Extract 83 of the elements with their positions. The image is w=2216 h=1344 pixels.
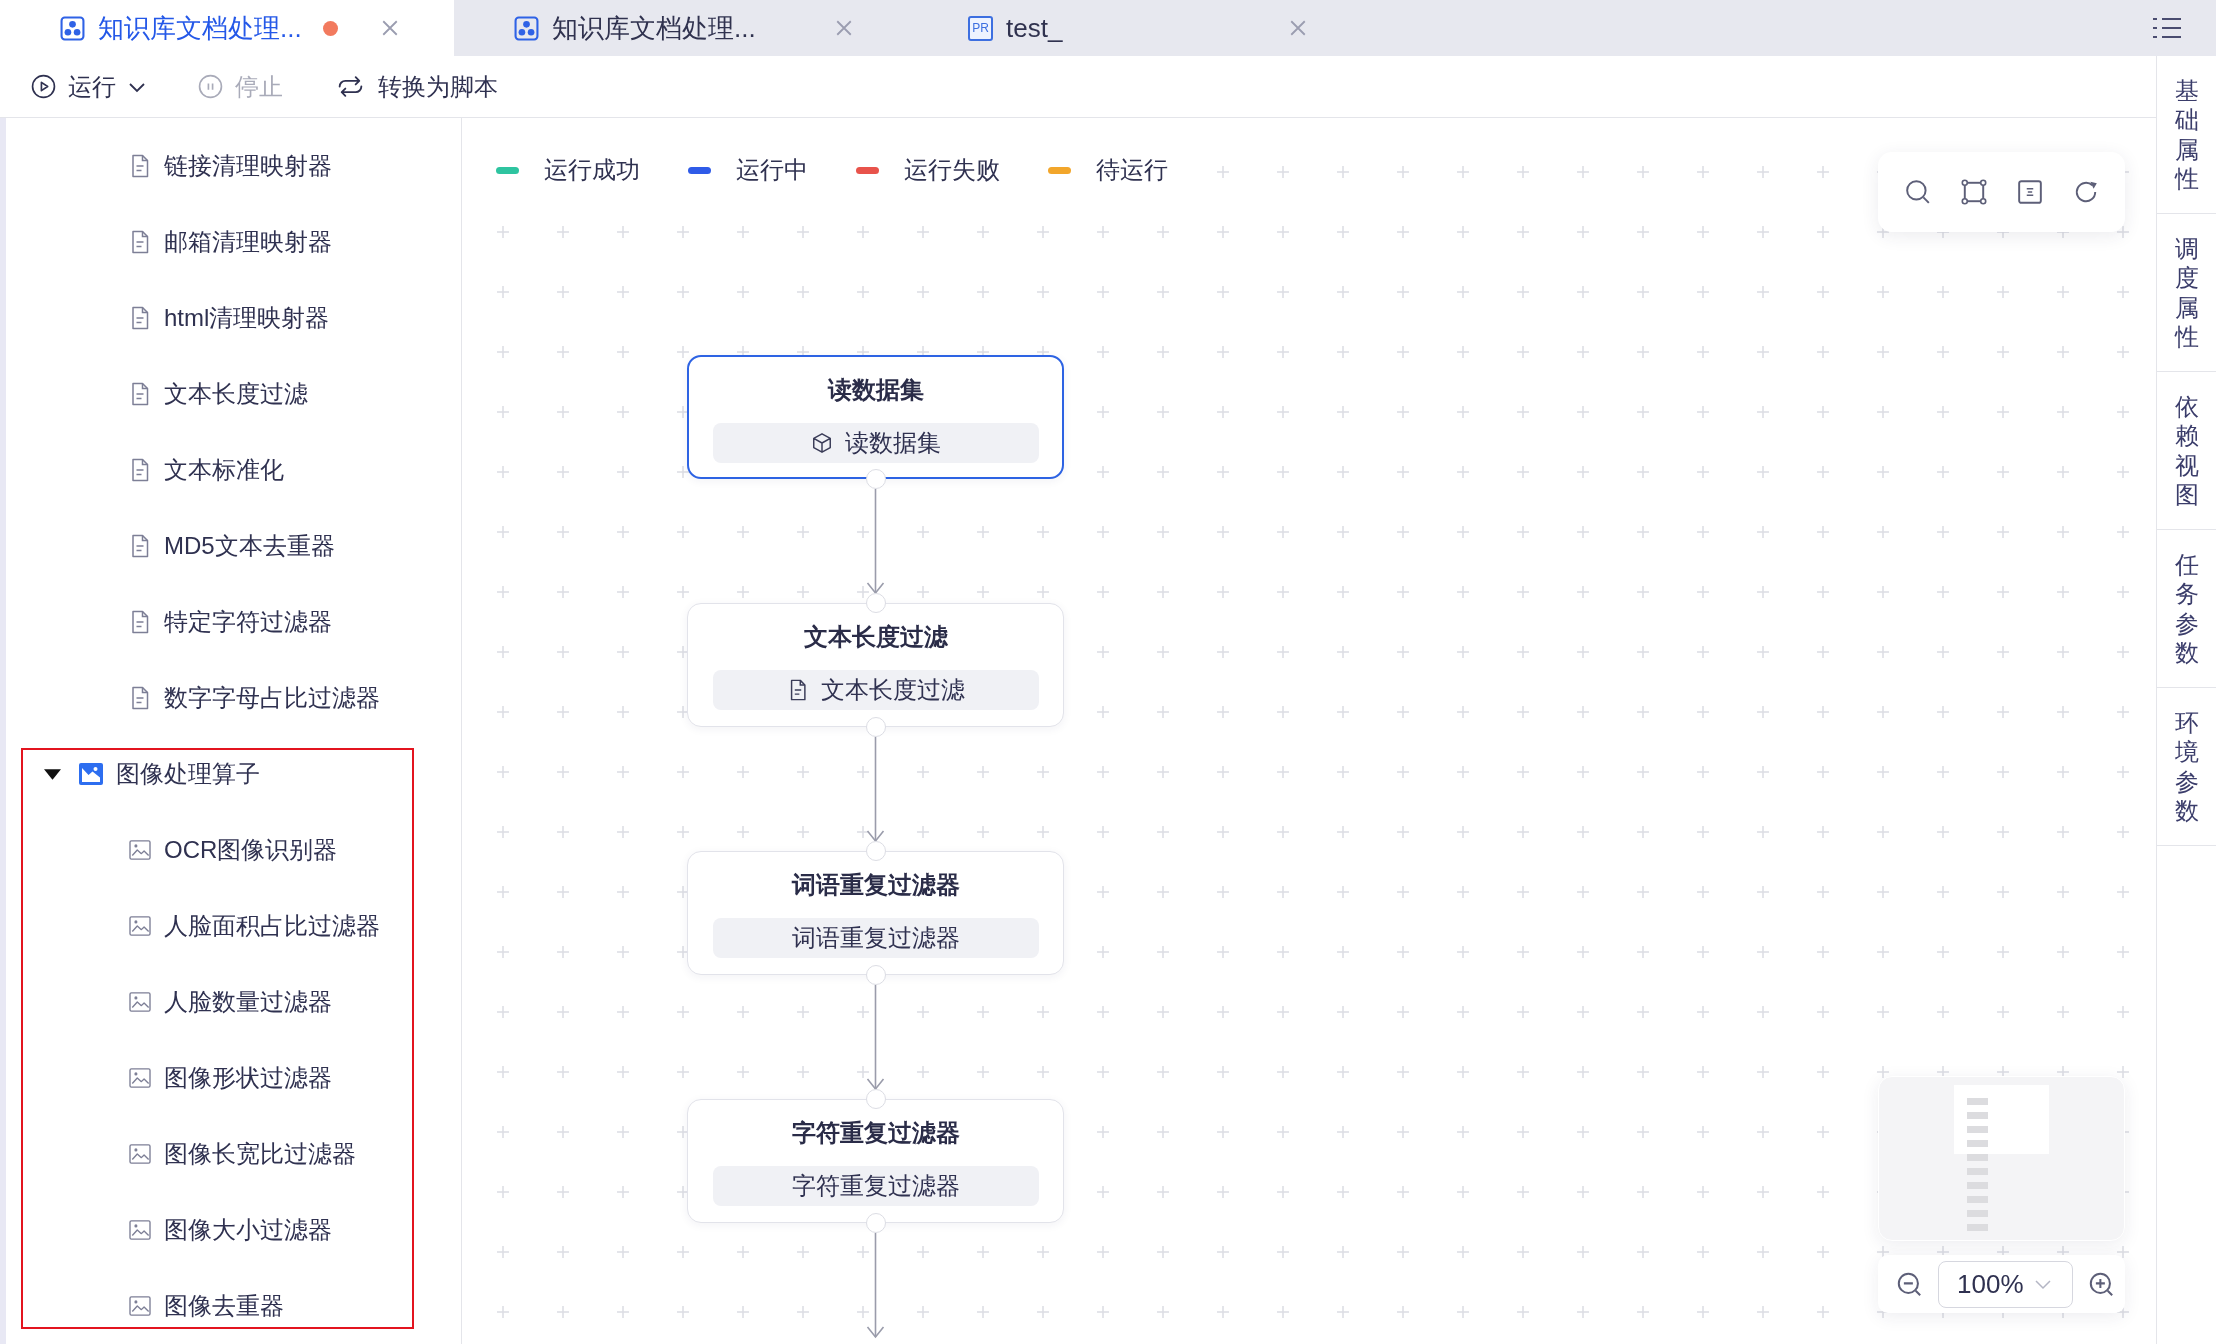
- tree-item[interactable]: 文本长度过滤: [6, 356, 461, 432]
- menu-icon[interactable]: [2152, 16, 2182, 40]
- chip-label: 词语重复过滤器: [791, 923, 960, 953]
- expand-triangle-icon[interactable]: [44, 768, 61, 780]
- document-icon: [130, 230, 150, 254]
- pause-circle-icon: [198, 74, 223, 99]
- legend-label: 运行中: [736, 155, 808, 185]
- chip-label: 文本长度过滤: [820, 675, 965, 705]
- minimap-node: [1967, 1098, 1988, 1105]
- zoom-out-icon[interactable]: [1896, 1270, 1923, 1298]
- document-icon: [130, 534, 150, 558]
- image-icon: [129, 1296, 151, 1316]
- editor-tab[interactable]: 知识库文档处理...: [0, 0, 454, 56]
- chip-label: 读数据集: [844, 428, 941, 458]
- tree-item[interactable]: 链接清理映射器: [6, 128, 461, 204]
- legend-label: 运行成功: [544, 155, 640, 185]
- tree-item[interactable]: 特定字符过滤器: [6, 584, 461, 660]
- tree-item[interactable]: 人脸数量过滤器: [6, 964, 461, 1040]
- minimap-node: [1967, 1196, 1988, 1203]
- chevron-down-icon: [2033, 1278, 2052, 1290]
- close-icon[interactable]: [1289, 19, 1307, 37]
- minimap-panel[interactable]: [1878, 1076, 2125, 1241]
- document-icon: [130, 610, 150, 634]
- node-title: 读数据集: [827, 375, 924, 405]
- tree-item[interactable]: 图像大小过滤器: [6, 1192, 461, 1268]
- document-icon: [130, 382, 150, 406]
- tree-item[interactable]: html清理映射器: [6, 280, 461, 356]
- image-icon: [129, 1068, 151, 1088]
- node-title: 词语重复过滤器: [791, 870, 960, 900]
- toolbar-button[interactable]: 转换为脚本: [335, 70, 498, 103]
- document-icon: [130, 306, 150, 330]
- tree-item[interactable]: MD5文本去重器: [6, 508, 461, 584]
- chip-label: 字符重复过滤器: [791, 1171, 960, 1201]
- tree-item[interactable]: 文本标准化: [6, 432, 461, 508]
- document-icon: [130, 686, 150, 710]
- fit-frame-icon[interactable]: [1960, 179, 1987, 205]
- image-icon: [129, 992, 151, 1012]
- node-title: 文本长度过滤: [803, 622, 948, 652]
- tree-item[interactable]: 数字字母占比过滤器: [6, 660, 461, 736]
- file-type-badge: PR: [968, 15, 993, 41]
- image-icon: [129, 1220, 151, 1240]
- image-icon: [129, 916, 151, 936]
- minimap-toggle-icon[interactable]: [2016, 179, 2043, 205]
- play-circle-icon: [31, 74, 56, 99]
- zoom-select[interactable]: 100%: [1938, 1260, 2073, 1308]
- image-icon: [129, 840, 151, 860]
- minimap-node: [1967, 1126, 1988, 1133]
- flow-node[interactable]: 词语重复过滤器 词语重复过滤器: [687, 851, 1064, 975]
- close-icon[interactable]: [835, 19, 853, 37]
- editor-tab[interactable]: 知识库文档处理...: [454, 0, 908, 56]
- flow-node[interactable]: 读数据集 读数据集: [687, 355, 1064, 479]
- minimap-node: [1967, 1140, 1988, 1147]
- flow-icon: [514, 15, 539, 41]
- minimap-node: [1967, 1182, 1988, 1189]
- document-icon: [130, 154, 150, 178]
- tree-item[interactable]: 人脸面积占比过滤器: [6, 888, 461, 964]
- zoom-in-icon[interactable]: [2088, 1270, 2115, 1298]
- flow-node[interactable]: 字符重复过滤器 字符重复过滤器: [687, 1099, 1064, 1223]
- tree-item[interactable]: 图像形状过滤器: [6, 1040, 461, 1116]
- flow-node[interactable]: 文本长度过滤 文本长度过滤: [687, 603, 1064, 727]
- minimap-node: [1967, 1112, 1988, 1119]
- legend-label: 待运行: [1096, 155, 1168, 185]
- image-icon: [129, 1144, 151, 1164]
- minimap-node: [1967, 1224, 1988, 1231]
- tree-item[interactable]: 图像去重器: [6, 1268, 461, 1344]
- toolbar-button[interactable]: 运行: [31, 70, 146, 103]
- editor-tab[interactable]: PR test_: [908, 0, 1362, 56]
- minimap-node: [1967, 1168, 1988, 1175]
- tree-group-header[interactable]: 图像处理算子: [6, 736, 461, 812]
- search-icon[interactable]: [1904, 179, 1931, 205]
- node-title: 字符重复过滤器: [791, 1118, 960, 1148]
- flow-icon: [60, 15, 85, 41]
- minimap-node: [1967, 1210, 1988, 1217]
- cube-icon: [810, 432, 833, 454]
- legend-label: 运行失败: [904, 155, 1000, 185]
- close-icon[interactable]: [381, 19, 399, 37]
- tree-item[interactable]: OCR图像识别器: [6, 812, 461, 888]
- minimap-viewport[interactable]: [1954, 1085, 2049, 1154]
- filled-image-icon: [79, 762, 103, 786]
- document-icon: [130, 458, 150, 482]
- tree-item[interactable]: 图像长宽比过滤器: [6, 1116, 461, 1192]
- minimap-node: [1967, 1154, 1988, 1161]
- tree-item[interactable]: 邮箱清理映射器: [6, 204, 461, 280]
